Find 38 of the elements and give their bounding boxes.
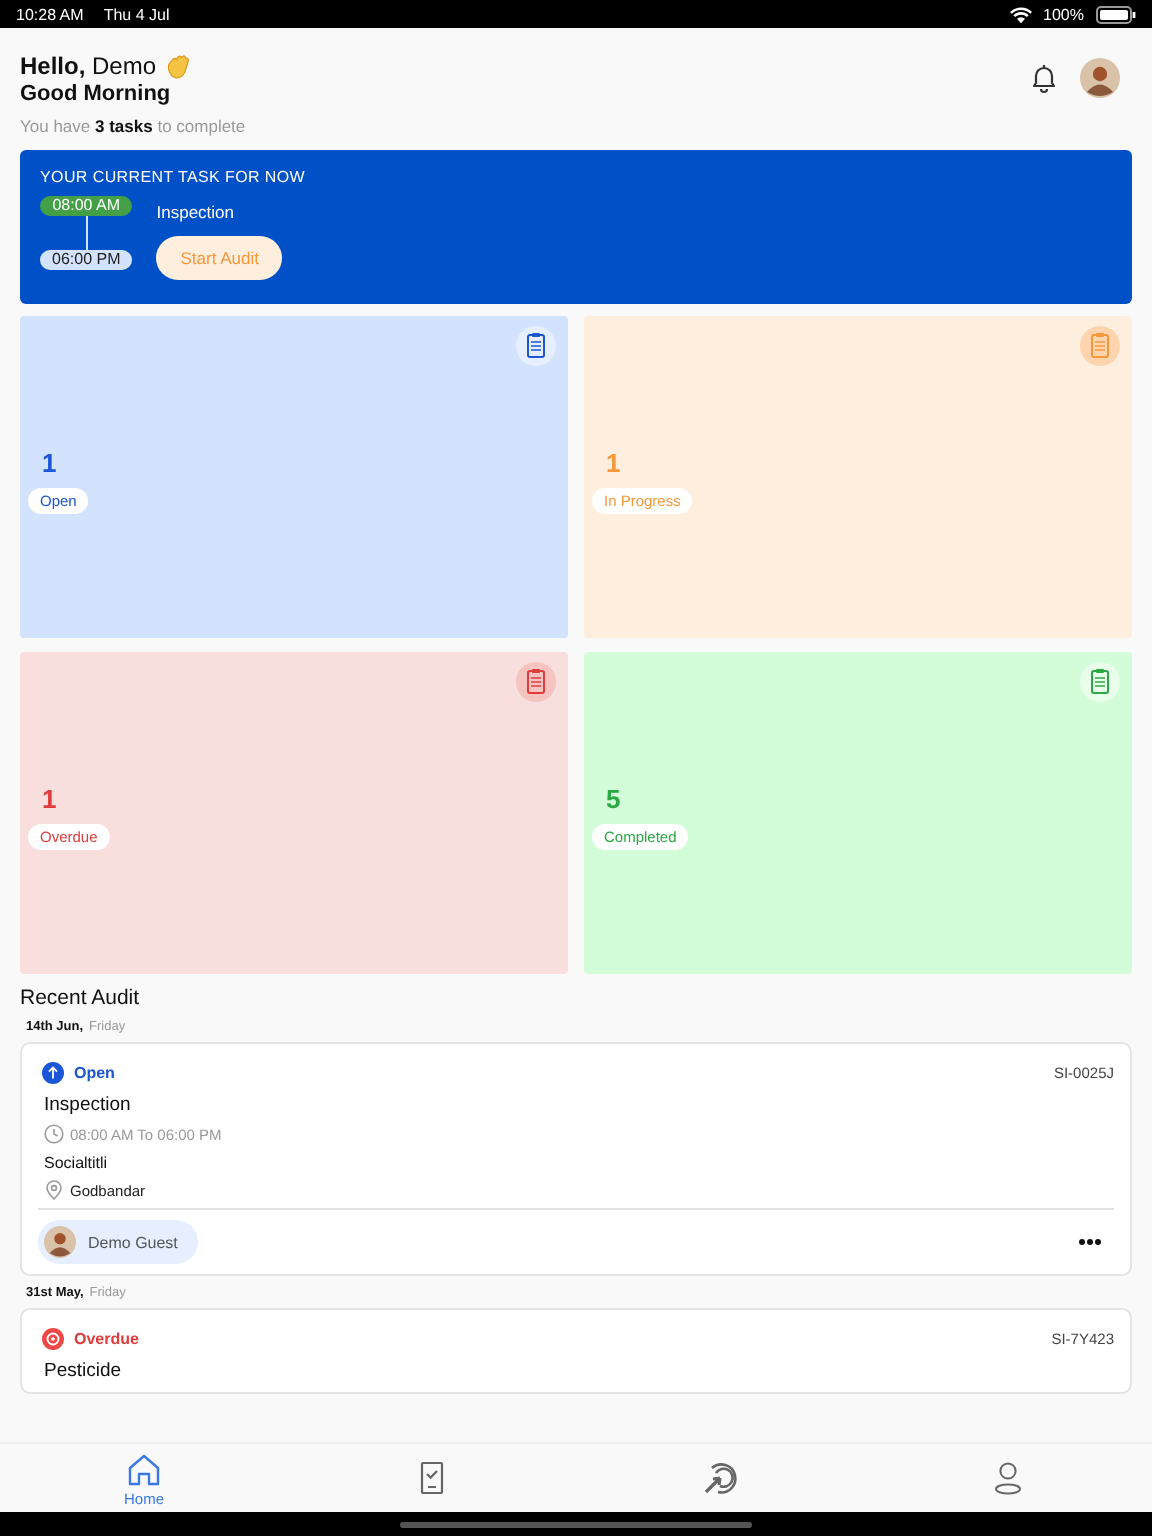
location-pin-icon (44, 1180, 64, 1200)
status-label: Open (74, 1064, 115, 1082)
task-title: Inspection (156, 202, 236, 222)
avatar-icon[interactable] (1080, 58, 1120, 98)
greeting-subtitle: Good Morning (20, 80, 173, 108)
clipboard-icon (1080, 662, 1120, 702)
waving-hand-icon (164, 52, 193, 80)
more-icon[interactable] (1078, 1238, 1102, 1246)
clipboard-icon (1080, 326, 1120, 366)
target-icon (42, 1328, 64, 1350)
end-time: 06:00 PM (40, 250, 133, 270)
clipboard-icon (516, 662, 556, 702)
greeting-text: Hello, Demo (20, 52, 157, 80)
clock-icon (44, 1124, 64, 1144)
assignee-chip[interactable]: Demo Guest (38, 1220, 198, 1264)
bell-icon[interactable] (1028, 62, 1060, 94)
company-name: Socialtitli (44, 1154, 110, 1172)
status-label: Overdue (74, 1330, 139, 1348)
status-time: 10:28 AM (16, 5, 84, 23)
audit-title: Pesticide (44, 1360, 124, 1382)
home-icon (124, 1449, 164, 1489)
start-time: 08:00 AM (40, 196, 133, 216)
audit-title: Inspection (44, 1094, 133, 1116)
stat-count: 1 (42, 448, 57, 478)
clipboard-icon (516, 326, 556, 366)
up-arrow-icon (42, 1062, 64, 1084)
task-heading: YOUR CURRENT TASK FOR NOW (40, 168, 308, 186)
section-heading: Recent Audit (20, 986, 142, 1010)
battery-icon (1096, 5, 1136, 23)
status-date: Thu 4 Jul (103, 5, 170, 23)
task-summary: You have 3 tasks to complete (20, 116, 248, 136)
radar-icon (700, 1458, 740, 1498)
wifi-icon (1009, 5, 1032, 23)
stat-count: 1 (606, 448, 621, 478)
avatar-icon (44, 1226, 76, 1258)
stat-count: 1 (42, 784, 57, 814)
stat-count: 5 (606, 784, 621, 814)
battery-level: 100% (1043, 5, 1084, 23)
